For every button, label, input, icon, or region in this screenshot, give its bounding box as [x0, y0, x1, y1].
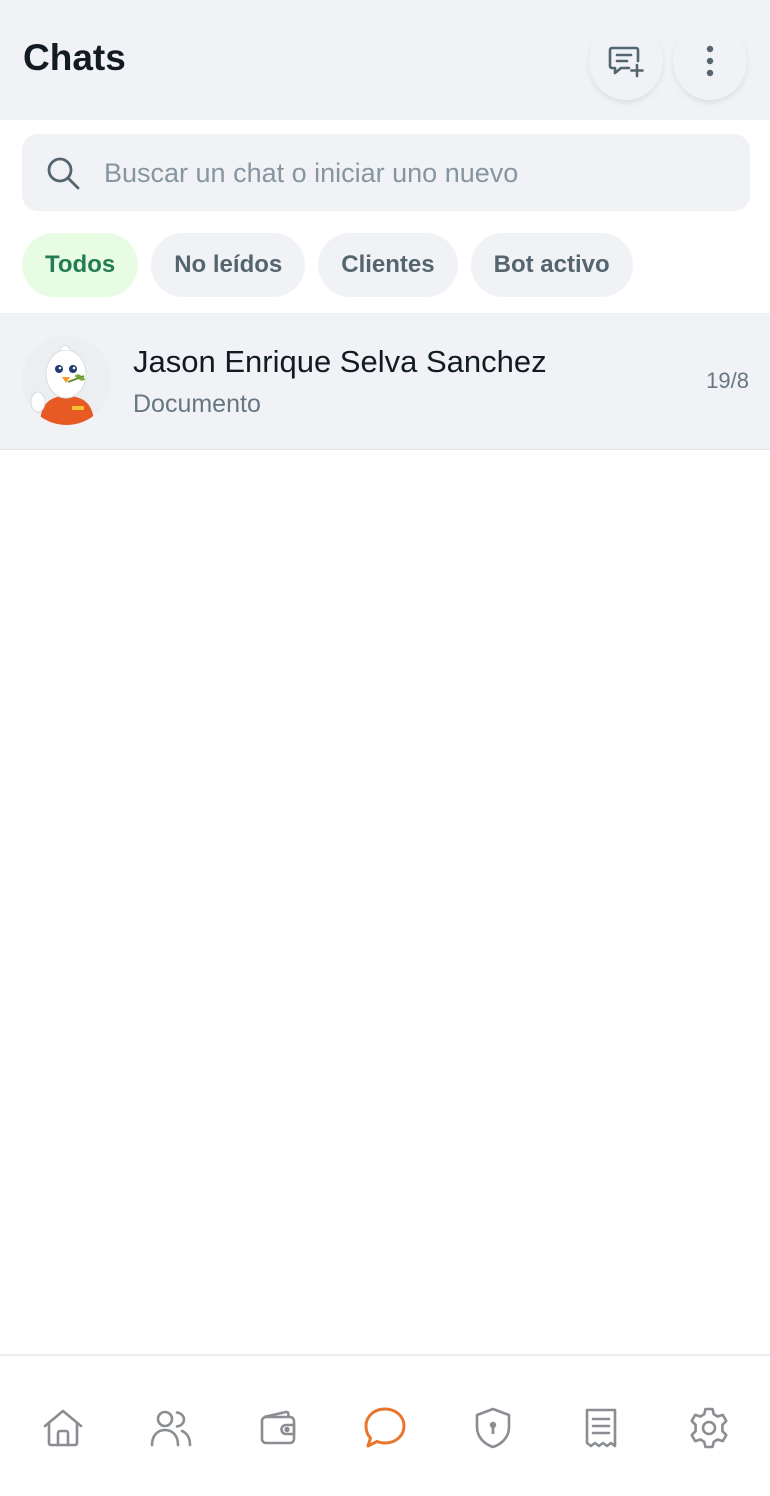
chat-timestamp: 19/8	[706, 368, 749, 393]
search-bar	[22, 134, 750, 213]
receipt-icon	[585, 1408, 617, 1448]
search-input[interactable]	[102, 134, 736, 213]
kebab-menu-icon	[706, 45, 714, 77]
nav-receipts[interactable]	[577, 1404, 625, 1452]
mascot-avatar-icon	[22, 336, 111, 425]
page-title: Chats	[23, 37, 126, 78]
nav-chats[interactable]	[361, 1404, 409, 1452]
nav-settings[interactable]	[685, 1404, 733, 1452]
filter-chips: Todos No leídos Clientes Bot activo	[22, 233, 633, 297]
filter-chip-todos[interactable]: Todos	[22, 233, 139, 297]
filter-chip-no-leidos[interactable]: No leídos	[151, 233, 306, 297]
gear-icon	[690, 1407, 728, 1449]
chat-list-item[interactable]: Jason Enrique Selva Sanchez Documento 19…	[0, 313, 770, 450]
users-icon	[150, 1410, 192, 1447]
wallet-icon	[260, 1410, 296, 1445]
chat-preview: Documento	[133, 390, 261, 418]
home-icon	[43, 1409, 83, 1447]
search-icon	[47, 157, 80, 190]
nav-security[interactable]	[469, 1404, 517, 1452]
chat-name: Jason Enrique Selva Sanchez	[133, 344, 547, 379]
app-root: Chats Todos	[0, 0, 770, 1496]
avatar	[22, 336, 111, 425]
nav-home[interactable]	[39, 1404, 87, 1452]
header: Chats	[0, 0, 770, 120]
bottom-nav	[0, 1354, 770, 1496]
menu-button[interactable]	[673, 22, 747, 100]
nav-contacts[interactable]	[147, 1404, 195, 1452]
chat-icon	[364, 1407, 406, 1448]
filter-chip-bot-activo[interactable]: Bot activo	[470, 233, 633, 297]
shield-icon	[475, 1407, 511, 1449]
new-chat-icon	[608, 46, 644, 78]
new-chat-button[interactable]	[589, 22, 663, 100]
filter-chip-clientes[interactable]: Clientes	[318, 233, 458, 297]
nav-wallet[interactable]	[255, 1404, 303, 1452]
